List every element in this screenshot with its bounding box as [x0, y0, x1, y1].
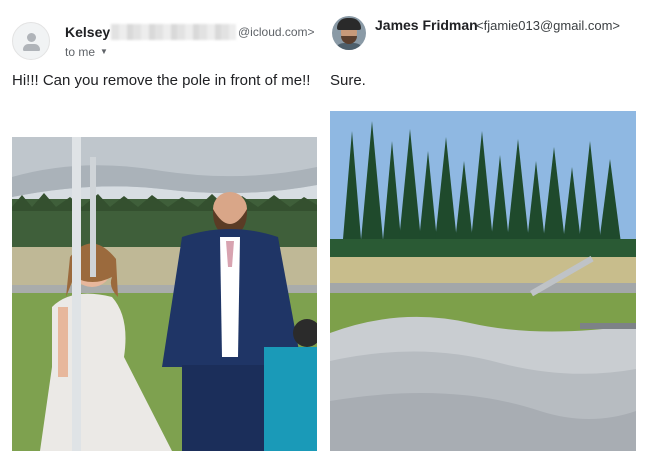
left-email-panel: Kelsey @icloud.com> to me ▼ Hi!!! Can yo… — [0, 0, 325, 472]
sender-domain: @icloud.com> — [238, 25, 315, 39]
edited-photo-image — [330, 111, 636, 451]
user-photo-avatar-icon[interactable] — [332, 16, 366, 50]
sender-name[interactable]: James Fridman — [375, 17, 478, 33]
chevron-down-icon[interactable]: ▼ — [100, 47, 108, 56]
message-text: Hi!!! Can you remove the pole in front o… — [12, 72, 311, 89]
right-email-panel: James Fridman <fjamie013@gmail.com> Sure… — [325, 0, 650, 472]
recipient-label[interactable]: to me — [65, 45, 95, 59]
sender-name[interactable]: Kelsey — [65, 24, 110, 40]
edited-photo[interactable] — [330, 111, 636, 451]
avatar-torso — [23, 44, 40, 51]
redacted-email — [111, 24, 236, 40]
default-avatar-icon[interactable] — [12, 22, 50, 60]
avatar-shoulders — [334, 43, 364, 50]
reply-text: Sure. — [330, 72, 366, 89]
wedding-photo[interactable] — [12, 137, 317, 451]
wedding-photo-image — [12, 137, 317, 451]
sender-email: <fjamie013@gmail.com> — [476, 18, 620, 33]
avatar-cap — [337, 18, 361, 30]
avatar-head — [27, 33, 36, 42]
